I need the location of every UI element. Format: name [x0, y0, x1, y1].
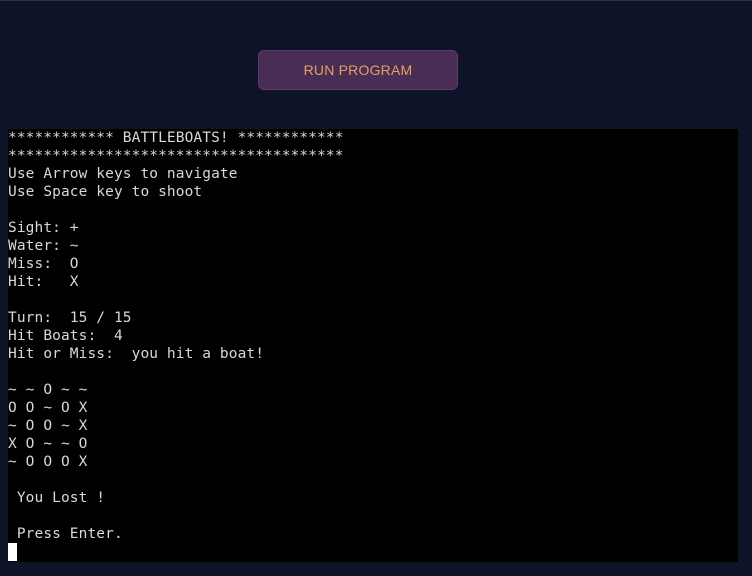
- terminal-line: Miss: O: [8, 256, 79, 272]
- terminal-line: **************************************: [8, 148, 344, 164]
- terminal-line: Water: ~: [8, 238, 79, 254]
- board-row: ~ O O O X: [8, 454, 88, 470]
- top-border: [0, 0, 752, 1]
- result-message: You Lost !: [8, 490, 106, 506]
- board-row: X O ~ ~ O: [8, 436, 88, 452]
- terminal-lines: ************ BATTLEBOATS! ************ *…: [8, 129, 738, 543]
- terminal-line: Turn: 15 / 15: [8, 310, 132, 326]
- terminal-cursor: [8, 543, 17, 561]
- terminal-line: Hit or Miss: you hit a boat!: [8, 346, 265, 362]
- board-row: ~ ~ O ~ ~: [8, 382, 88, 398]
- terminal-line: Use Arrow keys to navigate: [8, 166, 238, 182]
- prompt-message: Press Enter.: [8, 526, 123, 542]
- terminal-line: Sight: +: [8, 220, 79, 236]
- board-row: ~ O O ~ X: [8, 418, 88, 434]
- terminal-line: Use Space key to shoot: [8, 184, 203, 200]
- terminal-line: ************ BATTLEBOATS! ************: [8, 130, 344, 146]
- board-row: O O ~ O X: [8, 400, 88, 416]
- terminal-line: Hit: X: [8, 274, 79, 290]
- terminal-output[interactable]: ************ BATTLEBOATS! ************ *…: [8, 129, 738, 562]
- run-program-button[interactable]: RUN PROGRAM: [258, 50, 458, 90]
- terminal-line: Hit Boats: 4: [8, 328, 123, 344]
